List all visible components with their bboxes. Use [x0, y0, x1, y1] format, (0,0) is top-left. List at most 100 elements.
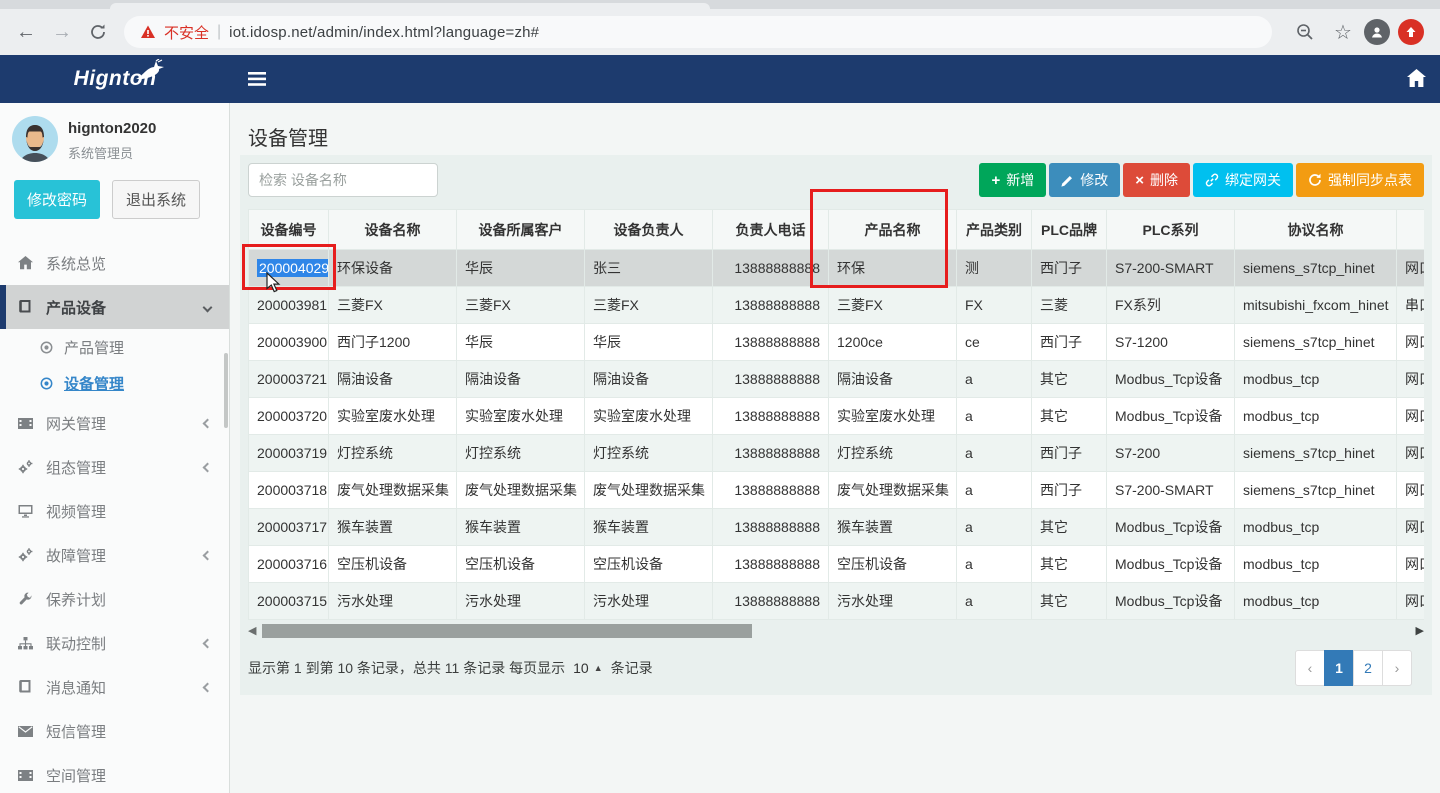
sidebar-item-space-management[interactable]: 空间管理: [0, 753, 229, 793]
sidebar-item-linkage-control[interactable]: 联动控制: [0, 621, 229, 665]
sidebar-item-message-notification[interactable]: 消息通知: [0, 665, 229, 709]
bind-gateway-button[interactable]: 绑定网关: [1193, 163, 1293, 197]
browser-chrome: ← → 不安全 | iot.idosp.net/admin/index.html…: [0, 0, 1440, 55]
table-row[interactable]: 200003720实验室废水处理实验室废水处理实验室废水处理1388888888…: [249, 398, 1425, 435]
table-row[interactable]: 200003981三菱FX三菱FX三菱FX13888888888三菱FXFX三菱…: [249, 287, 1425, 324]
zoom-out-icon[interactable]: [1288, 15, 1322, 49]
cell: 其它: [1032, 361, 1107, 398]
cell: 三菱FX: [829, 287, 957, 324]
table-row[interactable]: 200003716空压机设备空压机设备空压机设备13888888888空压机设备…: [249, 546, 1425, 583]
sidebar-item-configuration-management[interactable]: 组态管理: [0, 445, 229, 489]
search-input[interactable]: [248, 163, 438, 197]
cell: 网口: [1397, 509, 1425, 546]
page-1-button[interactable]: 1: [1324, 650, 1354, 686]
cell: 三菱FX: [457, 287, 585, 324]
cell: Modbus_Tcp设备: [1107, 398, 1235, 435]
cell: 废气处理数据采集: [329, 472, 457, 509]
bookmark-star-icon[interactable]: ☆: [1326, 15, 1360, 49]
reload-icon[interactable]: [82, 16, 114, 48]
sidebar-scrollbar[interactable]: [224, 353, 228, 428]
cell: 200003717: [249, 509, 329, 546]
sidebar-item-product-device[interactable]: 产品设备: [0, 285, 229, 329]
cell: 隔油设备: [329, 361, 457, 398]
cell: 污水处理: [457, 583, 585, 620]
cell: 实验室废水处理: [329, 398, 457, 435]
cell: ce: [957, 324, 1032, 361]
table-row[interactable]: 200003718废气处理数据采集废气处理数据采集废气处理数据采集1388888…: [249, 472, 1425, 509]
user-panel: hignton2020 系统管理员: [0, 103, 229, 162]
table-row[interactable]: 200003721隔油设备隔油设备隔油设备13888888888隔油设备a其它M…: [249, 361, 1425, 398]
gears-icon: [18, 548, 34, 562]
cell: 猴车装置: [329, 509, 457, 546]
scroll-right-icon[interactable]: ▶: [1416, 624, 1424, 637]
sidebar-item-gateway-management[interactable]: 网关管理: [0, 401, 229, 445]
sidebar-item-device-management[interactable]: 设备管理: [0, 365, 229, 401]
cell: 网口: [1397, 361, 1425, 398]
address-bar[interactable]: 不安全 | iot.idosp.net/admin/index.html?lan…: [124, 16, 1272, 48]
chevron-left-icon: [203, 638, 213, 648]
cell: 空压机设备: [585, 546, 713, 583]
main-content: 设备管理 + 新增 修改 × 删除 绑定网关: [230, 103, 1440, 793]
logout-button[interactable]: 退出系统: [112, 180, 200, 219]
record-summary: 显示第 1 到第 10 条记录，总共 11 条记录 每页显示 10 ▲ 条记录: [248, 658, 653, 678]
x-icon: ×: [1135, 172, 1144, 189]
column-header: 设备负责人: [585, 210, 713, 250]
browser-profile-icon[interactable]: [1364, 19, 1390, 45]
cell: 西门子: [1032, 250, 1107, 287]
table-row[interactable]: 200003717猴车装置猴车装置猴车装置13888888888猴车装置a其它M…: [249, 509, 1425, 546]
home-icon: [18, 256, 34, 270]
sidebar-item-fault-management[interactable]: 故障管理: [0, 533, 229, 577]
forward-icon[interactable]: →: [46, 16, 78, 48]
cell: 网口: [1397, 546, 1425, 583]
app-header: Hignton: [0, 55, 1440, 103]
prev-page-button[interactable]: ‹: [1295, 650, 1325, 686]
address-separator: |: [217, 23, 221, 41]
cell: 串口: [1397, 287, 1425, 324]
cell: 空压机设备: [329, 546, 457, 583]
cell: 西门子: [1032, 324, 1107, 361]
sidebar-item-system-overview[interactable]: 系统总览: [0, 241, 229, 285]
cell: 华辰: [457, 324, 585, 361]
cell: 13888888888: [713, 324, 829, 361]
add-button[interactable]: + 新增: [979, 163, 1046, 197]
cell: 1200ce: [829, 324, 957, 361]
table-row[interactable]: 200004029环保设备华辰张三13888888888环保测西门子S7-200…: [249, 250, 1425, 287]
home-icon[interactable]: [1407, 69, 1426, 92]
cell: a: [957, 361, 1032, 398]
page-size-dropdown[interactable]: 10 ▲: [573, 660, 603, 676]
browser-tab-strip: [0, 0, 1440, 9]
table-row[interactable]: 200003715污水处理污水处理污水处理13888888888污水处理a其它M…: [249, 583, 1425, 620]
table-row[interactable]: 200003719灯控系统灯控系统灯控系统13888888888灯控系统a西门子…: [249, 435, 1425, 472]
cell: 猴车装置: [829, 509, 957, 546]
scrollbar-thumb[interactable]: [262, 624, 752, 638]
change-password-button[interactable]: 修改密码: [14, 180, 100, 219]
cell: siemens_s7tcp_hinet: [1235, 472, 1397, 509]
page-2-button[interactable]: 2: [1353, 650, 1383, 686]
browser-tab[interactable]: [110, 3, 710, 9]
cell: a: [957, 398, 1032, 435]
caret-up-icon: ▲: [594, 663, 603, 673]
table-row[interactable]: 200003900西门子1200华辰华辰138888888881200cece西…: [249, 324, 1425, 361]
sidebar-item-sms-management[interactable]: 短信管理: [0, 709, 229, 753]
cell: Modbus_Tcp设备: [1107, 509, 1235, 546]
edit-button[interactable]: 修改: [1049, 163, 1120, 197]
menu-toggle-icon[interactable]: [244, 66, 270, 92]
cell: 13888888888: [713, 472, 829, 509]
cell: a: [957, 472, 1032, 509]
next-page-button[interactable]: ›: [1382, 650, 1412, 686]
delete-button[interactable]: × 删除: [1123, 163, 1190, 197]
cell: Modbus_Tcp设备: [1107, 361, 1235, 398]
gears-icon: [18, 460, 34, 474]
cell: 实验室废水处理: [585, 398, 713, 435]
back-icon[interactable]: ←: [10, 16, 42, 48]
browser-update-icon[interactable]: [1398, 19, 1424, 45]
scroll-left-icon[interactable]: ◀: [248, 624, 256, 637]
device-table-card: + 新增 修改 × 删除 绑定网关 强制同步点表: [240, 155, 1432, 695]
wrench-icon: [18, 592, 34, 606]
sidebar-item-product-management[interactable]: 产品管理: [0, 329, 229, 365]
force-sync-button[interactable]: 强制同步点表: [1296, 163, 1424, 197]
sidebar-item-maintenance-plan[interactable]: 保养计划: [0, 577, 229, 621]
cell: 13888888888: [713, 583, 829, 620]
sidebar-item-video-management[interactable]: 视频管理: [0, 489, 229, 533]
device-table: 设备编号设备名称设备所属客户设备负责人负责人电话产品名称产品类别PLC品牌PLC…: [248, 209, 1424, 620]
